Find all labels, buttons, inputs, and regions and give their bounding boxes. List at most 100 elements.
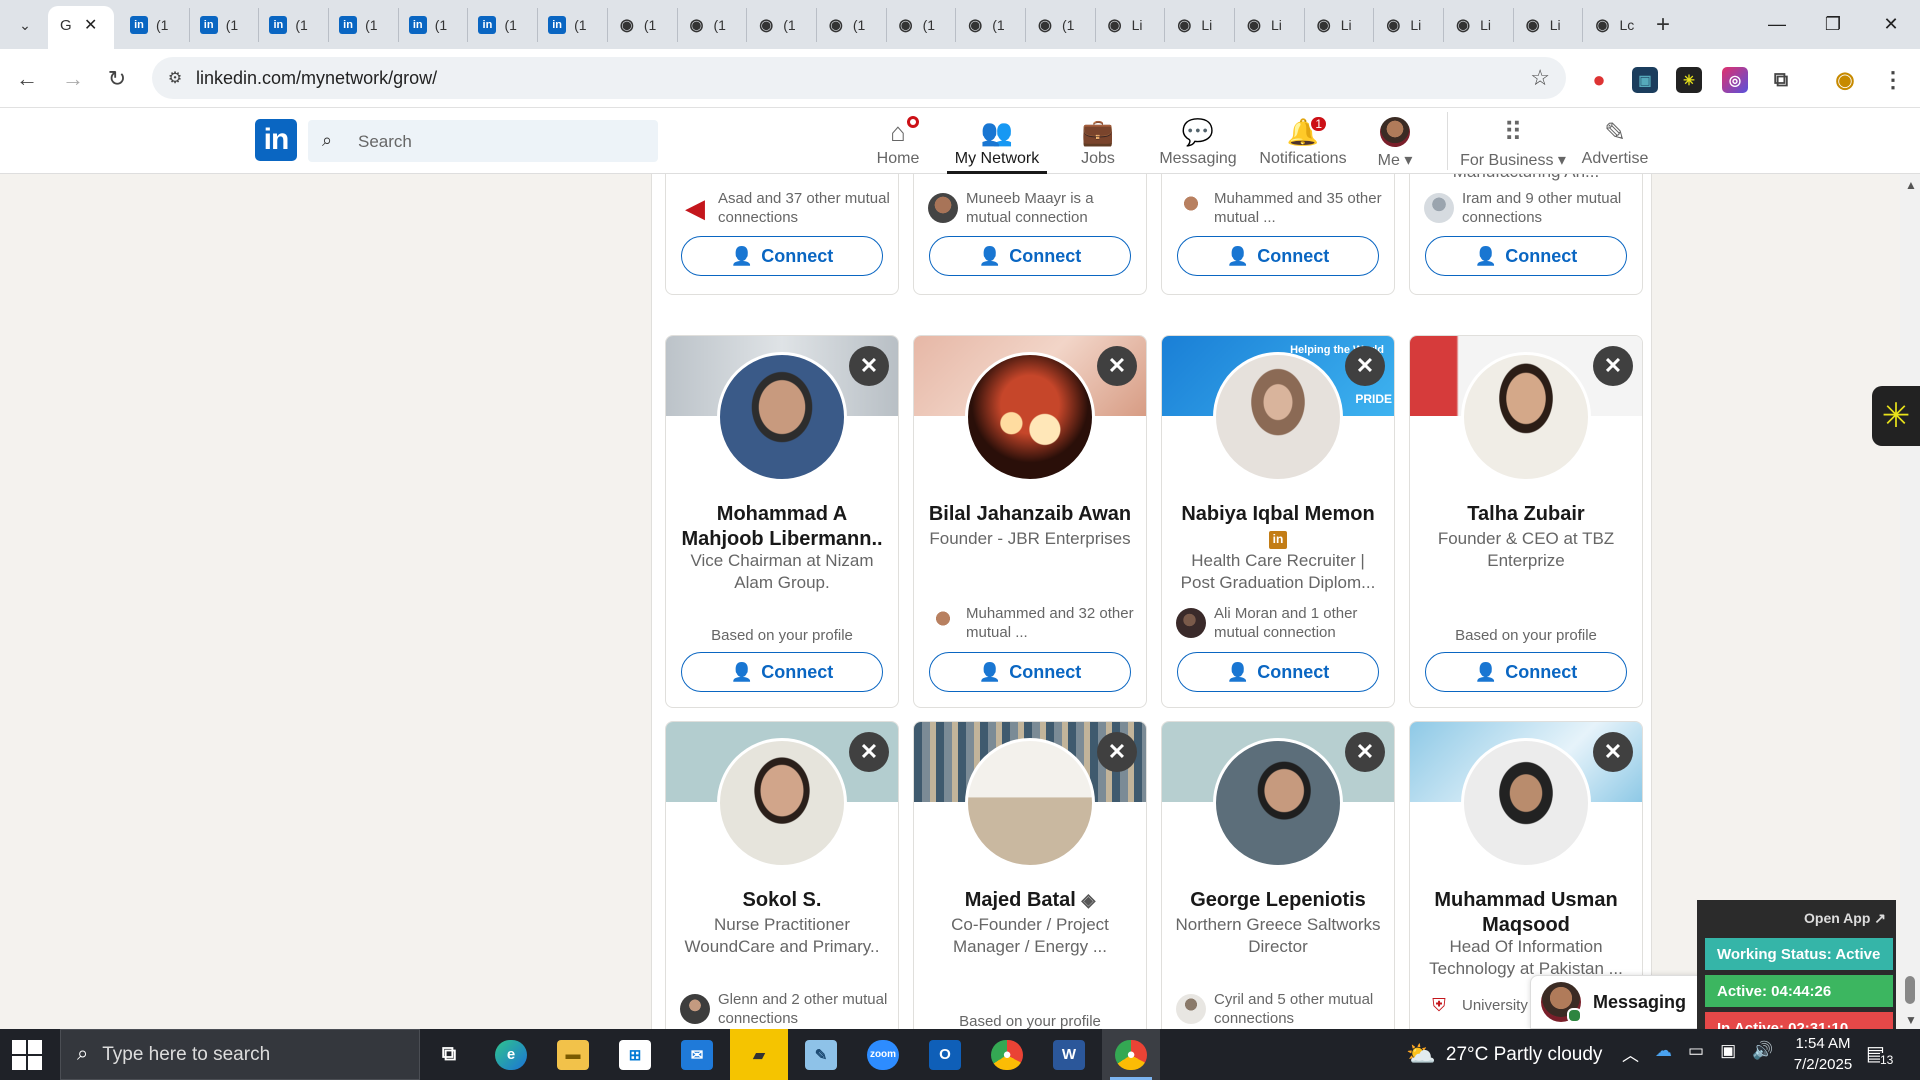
battery-icon[interactable]: ▭ — [1688, 1041, 1704, 1066]
zoom-icon[interactable]: zoom — [854, 1029, 912, 1080]
reload-button[interactable]: ↻ — [100, 63, 134, 95]
person-card[interactable]: Muneeb Maayr is a mutual connection 👤 Con… — [913, 174, 1147, 295]
close-window-button[interactable]: ✕ — [1866, 8, 1916, 40]
scroll-down-arrow-icon[interactable]: ▼ — [1905, 1013, 1917, 1027]
back-button[interactable]: ← — [10, 63, 44, 95]
person-card[interactable]: ✕ Sokol S. Nurse Practitioner WoundCare … — [665, 721, 899, 1029]
browser-tab[interactable]: in (1 — [120, 8, 190, 42]
sparkle-extension-icon[interactable]: ✳ — [1872, 386, 1920, 446]
person-card[interactable]: Muhammed and 35 other mutual ... 👤 Connec… — [1161, 174, 1395, 295]
browser-tab[interactable]: ◉ (1 — [1026, 8, 1096, 42]
extension-icon[interactable]: ▣ — [1632, 67, 1658, 93]
microsoft-store-icon[interactable]: ⊞ — [606, 1029, 664, 1080]
onedrive-icon[interactable]: ☁ — [1655, 1041, 1672, 1066]
profile-icon[interactable]: ◉ — [1832, 67, 1858, 93]
extensions-puzzle-icon[interactable]: ⧉ — [1768, 67, 1794, 93]
person-card[interactable]: ✕ Bilal Jahanzaib Awan Founder - JBR Ent… — [913, 335, 1147, 708]
chrome-icon-active[interactable]: ● — [1102, 1029, 1160, 1080]
dismiss-button[interactable]: ✕ — [849, 346, 889, 386]
nav-for-business[interactable]: ⠿ For Business ▾ — [1460, 108, 1566, 174]
url-text[interactable]: linkedin.com/mynetwork/grow/ — [196, 68, 437, 89]
task-view-icon[interactable]: ⧉ — [420, 1029, 478, 1080]
connect-button[interactable]: 👤 Connect — [1425, 236, 1627, 276]
system-clock[interactable]: 1:54 AM 7/2/2025 — [1778, 1033, 1868, 1075]
person-name[interactable]: Muhammad Usman Maqsood — [1418, 888, 1634, 938]
connect-button[interactable]: 👤 Connect — [929, 652, 1131, 692]
forward-button[interactable]: → — [56, 63, 90, 95]
nav-my-network[interactable]: 👥 My Network — [947, 108, 1047, 174]
browser-tab[interactable]: ◉ (1 — [608, 8, 678, 42]
browser-tab[interactable]: ◉ Li — [1096, 8, 1166, 42]
nav-messaging[interactable]: 💬 Messaging — [1158, 108, 1238, 174]
nav-notifications[interactable]: 🔔 1 Notifications — [1253, 108, 1353, 174]
connect-button[interactable]: 👤 Connect — [681, 236, 883, 276]
notification-center-icon[interactable]: ▤ 13 — [1866, 1041, 1894, 1067]
nav-jobs[interactable]: 💼 Jobs — [1074, 108, 1122, 174]
connect-button[interactable]: 👤 Connect — [681, 652, 883, 692]
person-card[interactable]: Helping the World PRIDE ✕ Nabiya Iqbal M… — [1161, 335, 1395, 708]
messaging-overlay-button[interactable]: Messaging — [1530, 975, 1700, 1029]
sparkle-extension-icon[interactable]: ✳ — [1676, 67, 1702, 93]
browser-tab[interactable]: ◉ (1 — [956, 8, 1026, 42]
connect-button[interactable]: 👤 Connect — [1425, 652, 1627, 692]
browser-tab[interactable]: ◉ (1 — [747, 8, 817, 42]
person-name[interactable]: Nabiya Iqbal Memon in — [1170, 502, 1386, 552]
person-name[interactable]: Mohammad A Mahjoob Libermann.. — [674, 502, 890, 552]
address-bar[interactable]: ⚙ linkedin.com/mynetwork/grow/ ☆ — [152, 57, 1566, 99]
mail-icon[interactable]: ✉ — [668, 1029, 726, 1080]
person-name[interactable]: Majed Batal ◈ — [922, 888, 1138, 913]
nav-advertise[interactable]: ✎ Advertise — [1580, 108, 1650, 174]
browser-tab[interactable]: ◉ Li — [1165, 8, 1235, 42]
color-extension-icon[interactable]: ◎ — [1722, 67, 1748, 93]
edge-icon[interactable]: e — [482, 1029, 540, 1080]
menu-kebab-icon[interactable]: ⋮ — [1880, 67, 1906, 93]
dismiss-button[interactable]: ✕ — [1097, 346, 1137, 386]
browser-tab[interactable]: ◉ Li — [1235, 8, 1305, 42]
browser-tab[interactable]: ◉ (1 — [678, 8, 748, 42]
scroll-up-arrow-icon[interactable]: ▲ — [1905, 178, 1917, 192]
notepad-icon[interactable]: ✎ — [792, 1029, 850, 1080]
dismiss-button[interactable]: ✕ — [1097, 732, 1137, 772]
connect-button[interactable]: 👤 Connect — [929, 236, 1131, 276]
dismiss-button[interactable]: ✕ — [1345, 346, 1385, 386]
network-icon[interactable]: ▣ — [1720, 1041, 1736, 1066]
browser-tab[interactable]: ◉ (1 — [887, 8, 957, 42]
file-explorer-icon[interactable]: ▬ — [544, 1029, 602, 1080]
browser-tab[interactable]: in (1 — [190, 8, 260, 42]
browser-tab[interactable]: in (1 — [259, 8, 330, 42]
person-card[interactable]: ✕ George Lepeniotis Northern Greece Salt… — [1161, 721, 1395, 1029]
minimize-button[interactable]: — — [1752, 8, 1802, 40]
person-name[interactable]: George Lepeniotis — [1170, 888, 1386, 913]
browser-tab[interactable]: ◉ Li — [1514, 8, 1584, 42]
person-card[interactable]: ✕ Majed Batal ◈ Co-Founder / Project Man… — [913, 721, 1147, 1029]
browser-tab-active[interactable]: G ✕ — [48, 6, 114, 49]
bookmark-star-icon[interactable]: ☆ — [1530, 65, 1550, 91]
restore-button[interactable]: ❐ — [1808, 8, 1858, 40]
volume-icon[interactable]: 🔊 — [1752, 1041, 1773, 1066]
weather-widget[interactable]: ⛅ 27°C Partly cloudy — [1406, 1029, 1602, 1080]
browser-tab[interactable]: ◉ Li — [1305, 8, 1375, 42]
person-name[interactable]: Bilal Jahanzaib Awan — [922, 502, 1138, 527]
browser-tab[interactable]: in (1 — [468, 8, 539, 42]
chevron-up-icon[interactable]: ︿ — [1622, 1041, 1639, 1066]
open-app-link[interactable]: Open App ↗ — [1804, 910, 1886, 927]
word-icon[interactable]: W — [1040, 1029, 1098, 1080]
site-info-icon[interactable]: ⚙ — [162, 65, 188, 91]
close-icon[interactable]: ✕ — [84, 15, 97, 35]
person-card[interactable]: Non-dairy Specialist | Food Manufacturin… — [1409, 174, 1643, 295]
pokeball-extension-icon[interactable]: ● — [1586, 67, 1612, 93]
person-card[interactable]: ◀ Asad and 37 other mutual connections 👤… — [665, 174, 899, 295]
person-name[interactable]: Talha Zubair — [1418, 502, 1634, 527]
linkedin-logo[interactable]: in — [255, 119, 297, 161]
browser-tab[interactable]: ◉ Li — [1444, 8, 1514, 42]
person-card[interactable]: ✕ Talha Zubair Founder & CEO at TBZ Ente… — [1409, 335, 1643, 708]
tab-search-button[interactable]: ⌄ — [10, 12, 40, 38]
browser-tab[interactable]: in (1 — [538, 8, 608, 42]
connect-button[interactable]: 👤 Connect — [1177, 236, 1379, 276]
scrollbar-thumb[interactable] — [1905, 976, 1915, 1004]
dismiss-button[interactable]: ✕ — [1345, 732, 1385, 772]
connect-button[interactable]: 👤 Connect — [1177, 652, 1379, 692]
browser-tab[interactable]: in (1 — [329, 8, 399, 42]
sticky-notes-icon[interactable]: ▰ — [730, 1029, 788, 1080]
outlook-icon[interactable]: O — [916, 1029, 974, 1080]
